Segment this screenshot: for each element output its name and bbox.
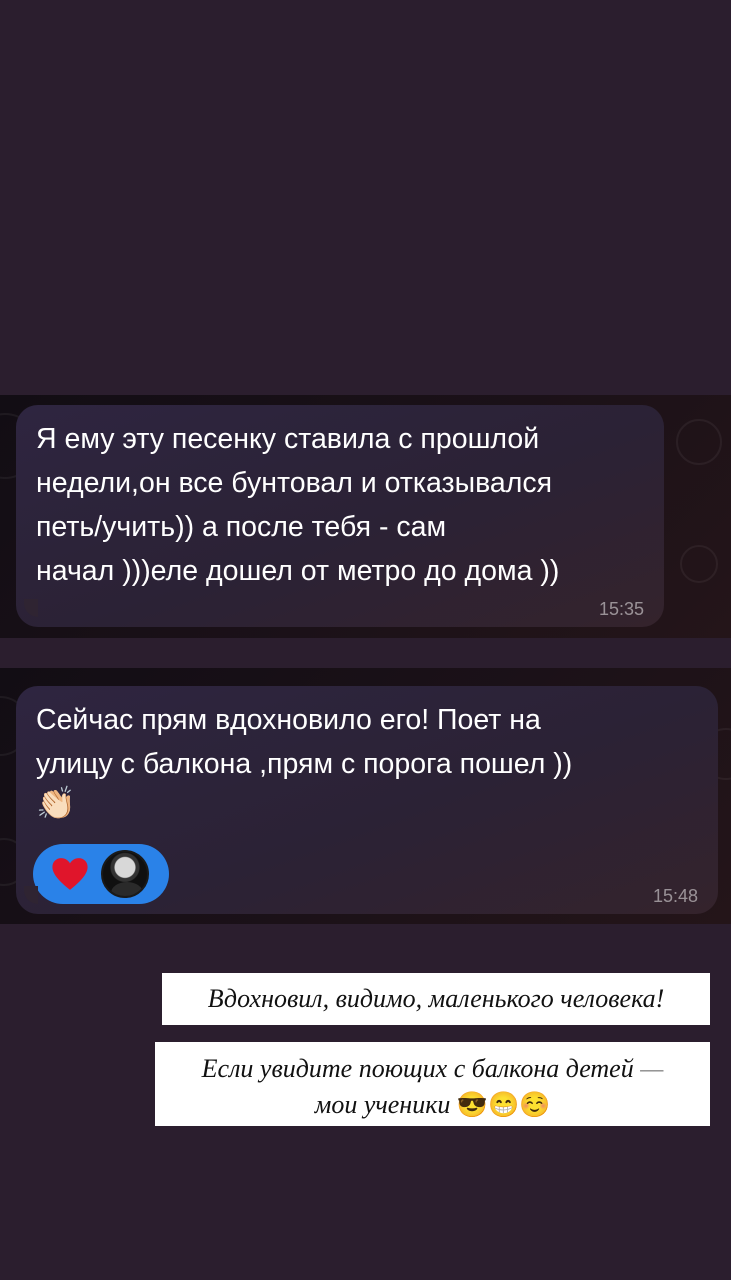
message-bubble[interactable]: Я ему эту песенку ставила с прошлой неде… bbox=[16, 405, 664, 627]
caption-dash: — bbox=[640, 1054, 664, 1083]
caption-text: Если увидите поющих с балкона детей bbox=[201, 1054, 634, 1083]
chat-screenshot-1: Я ему эту песенку ставила с прошлой неде… bbox=[0, 395, 731, 638]
bubble-tail bbox=[24, 886, 38, 904]
red-heart-icon bbox=[52, 858, 88, 890]
story-caption-1: Вдохновил, видимо, маленького человека! bbox=[162, 973, 710, 1025]
caption-text: Вдохновил, видимо, маленького человека! bbox=[207, 984, 665, 1013]
wallpaper-doodle bbox=[680, 545, 718, 583]
caption-text: мои ученики bbox=[314, 1090, 451, 1119]
message-text: Сейчас прям вдохновило его! Поет на улиц… bbox=[36, 704, 573, 780]
reaction-pill[interactable] bbox=[33, 844, 169, 904]
message-bubble[interactable]: Сейчас прям вдохновило его! Поет на улиц… bbox=[16, 686, 718, 914]
wallpaper-doodle bbox=[676, 419, 722, 465]
chat-screenshot-2: Сейчас прям вдохновило его! Поет на улиц… bbox=[0, 668, 731, 924]
caption-line-2: мои ученики 😎😁☺️ bbox=[155, 1087, 710, 1124]
message-time: 15:35 bbox=[598, 599, 644, 619]
bubble-tail bbox=[24, 599, 38, 617]
clapping-hands-emoji: 👏🏻 bbox=[36, 785, 76, 821]
message-time: 15:48 bbox=[652, 886, 698, 906]
message-text: Я ему эту песенку ставила с прошлой неде… bbox=[36, 423, 560, 587]
reactor-avatar[interactable] bbox=[101, 850, 149, 898]
caption-emojis: 😎😁☺️ bbox=[456, 1092, 551, 1119]
caption-line-1: Если увидите поющих с балкона детей — bbox=[155, 1051, 710, 1087]
story-caption-2: Если увидите поющих с балкона детей — мо… bbox=[155, 1042, 710, 1126]
